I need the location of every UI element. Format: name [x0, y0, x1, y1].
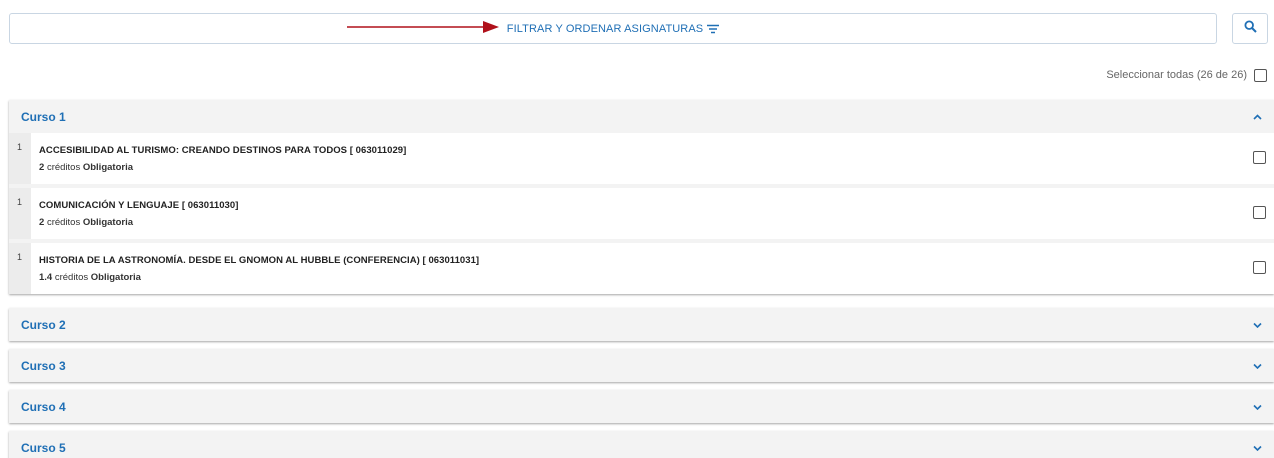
course-panel-3: Curso 3 [9, 349, 1274, 382]
course-panel-5: Curso 5 [9, 431, 1274, 458]
subject-credits: 2 [39, 162, 45, 173]
select-all-label: Seleccionar todas (26 de 26) [1106, 69, 1247, 81]
course-header-1[interactable]: Curso 1 [9, 100, 1274, 133]
credits-word: créditos [46, 217, 81, 228]
course-panel-4: Curso 4 [9, 390, 1274, 423]
search-icon [1243, 19, 1257, 38]
course-panel-1: Curso 1 1 ACCESIBILIDAD AL TURISMO: CREA… [9, 100, 1274, 294]
course-title: Curso 2 [21, 317, 66, 332]
course-title: Curso 5 [21, 440, 66, 455]
course-header-3[interactable]: Curso 3 [9, 349, 1274, 382]
subject-name: ACCESIBILIDAD AL TURISMO: CREANDO DESTIN… [39, 145, 407, 156]
chevron-down-icon [1253, 404, 1262, 410]
subject-type: Obligatoria [90, 272, 141, 283]
chevron-up-icon [1253, 113, 1262, 120]
subject-credits: 1.4 [39, 272, 53, 283]
select-all: Seleccionar todas (26 de 26) [1106, 67, 1267, 83]
search-button[interactable] [1232, 13, 1268, 44]
subject-name: COMUNICACIÓN Y LENGUAJE [ 063011030] [39, 200, 239, 211]
credits-word: créditos [54, 272, 89, 283]
credits-word: créditos [46, 162, 81, 173]
chevron-down-icon [1253, 322, 1262, 328]
chevron-down-icon [1253, 445, 1262, 451]
subject-checkbox[interactable] [1253, 151, 1266, 164]
subject-credits: 2 [39, 217, 45, 228]
select-all-checkbox[interactable] [1254, 68, 1267, 82]
filter-sort-button[interactable]: FILTRAR Y ORDENAR ASIGNATURAS [9, 13, 1217, 44]
subject-course-number: 1 [9, 243, 31, 294]
subject-meta: 2 créditos Obligatoria [39, 217, 1274, 228]
course-header-4[interactable]: Curso 4 [9, 390, 1274, 423]
subject-meta: 2 créditos Obligatoria [39, 162, 1274, 173]
subject-course-number: 1 [9, 188, 31, 239]
filter-sort-label: FILTRAR Y ORDENAR ASIGNATURAS [506, 22, 704, 35]
subject-list: 1 ACCESIBILIDAD AL TURISMO: CREANDO DEST… [9, 133, 1274, 294]
annotation-arrow [347, 21, 499, 33]
course-title: Curso 4 [21, 399, 66, 414]
course-title: Curso 3 [21, 358, 66, 373]
subject-row: 1 COMUNICACIÓN Y LENGUAJE [ 063011030] 2… [9, 184, 1274, 239]
course-panel-2: Curso 2 [9, 308, 1274, 341]
subject-type: Obligatoria [82, 162, 133, 173]
subject-row: 1 ACCESIBILIDAD AL TURISMO: CREANDO DEST… [9, 133, 1274, 184]
chevron-down-icon [1253, 363, 1262, 369]
subject-row: 1 HISTORIA DE LA ASTRONOMÍA. DESDE EL GN… [9, 239, 1274, 294]
subject-meta: 1.4 créditos Obligatoria [39, 272, 1274, 283]
subject-checkbox[interactable] [1253, 206, 1266, 219]
subject-course-number: 1 [9, 133, 31, 184]
course-header-2[interactable]: Curso 2 [9, 308, 1274, 341]
course-header-5[interactable]: Curso 5 [9, 431, 1274, 458]
subject-type: Obligatoria [82, 217, 133, 228]
subject-name: HISTORIA DE LA ASTRONOMÍA. DESDE EL GNOM… [39, 255, 480, 266]
filter-lines-icon [707, 24, 720, 34]
course-title: Curso 1 [21, 109, 66, 124]
subject-checkbox[interactable] [1253, 261, 1266, 274]
